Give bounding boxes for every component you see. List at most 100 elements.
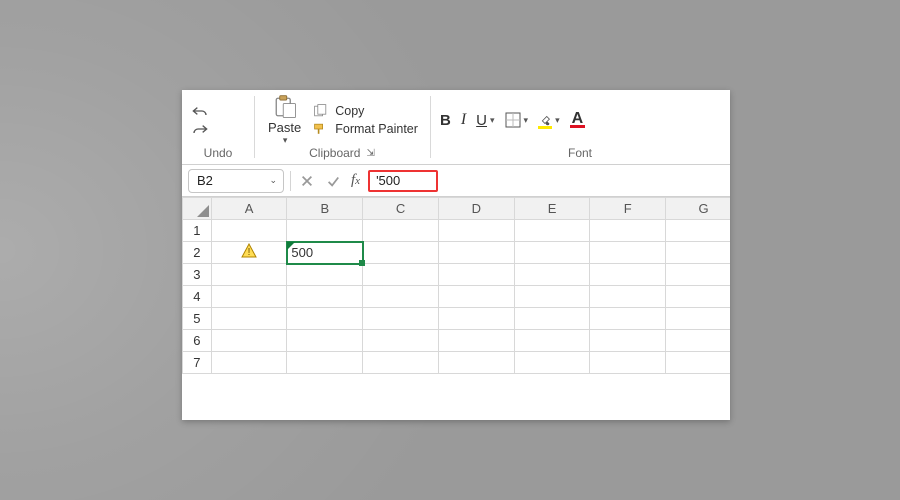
paste-icon: [271, 94, 299, 120]
x-icon: [300, 174, 314, 188]
col-header-f[interactable]: F: [590, 198, 666, 220]
cell-g1[interactable]: [666, 220, 730, 242]
svg-text:!: !: [248, 247, 251, 258]
row-header-7[interactable]: 7: [183, 352, 212, 374]
col-header-g[interactable]: G: [666, 198, 730, 220]
cell-g3[interactable]: [666, 264, 730, 286]
cell-c6[interactable]: [363, 330, 439, 352]
cell-e2[interactable]: [514, 242, 590, 264]
underline-button[interactable]: U▾: [476, 112, 494, 129]
cell-e7[interactable]: [514, 352, 590, 374]
cell-d4[interactable]: [438, 286, 514, 308]
cell-a6[interactable]: [211, 330, 287, 352]
cell-g7[interactable]: [666, 352, 730, 374]
cell-a3[interactable]: [211, 264, 287, 286]
row-header-3[interactable]: 3: [183, 264, 212, 286]
cell-d2[interactable]: [438, 242, 514, 264]
name-box[interactable]: B2 ⌄: [188, 169, 284, 193]
cell-b6[interactable]: [287, 330, 363, 352]
col-header-d[interactable]: D: [438, 198, 514, 220]
col-header-e[interactable]: E: [514, 198, 590, 220]
formula-bar: B2 ⌄ fx '500: [182, 165, 730, 197]
cell-d6[interactable]: [438, 330, 514, 352]
cell-b4[interactable]: [287, 286, 363, 308]
row-header-2[interactable]: 2: [183, 242, 212, 264]
copy-icon: [313, 104, 329, 118]
ribbon-group-clipboard: Paste ▾ Copy: [254, 90, 430, 164]
cell-b2[interactable]: 500: [287, 242, 363, 264]
cell-g2[interactable]: [666, 242, 730, 264]
cell-a7[interactable]: [211, 352, 287, 374]
cell-c5[interactable]: [363, 308, 439, 330]
cell-c7[interactable]: [363, 352, 439, 374]
cell-f7[interactable]: [590, 352, 666, 374]
cell-a2[interactable]: !: [211, 242, 287, 264]
cell-b1[interactable]: [287, 220, 363, 242]
redo-icon: [192, 121, 208, 137]
paste-button[interactable]: Paste ▾: [264, 94, 305, 146]
row-header-5[interactable]: 5: [183, 308, 212, 330]
borders-button[interactable]: ▾: [505, 112, 529, 128]
enter-formula-button[interactable]: [323, 174, 343, 188]
cell-d7[interactable]: [438, 352, 514, 374]
cell-a1[interactable]: [211, 220, 287, 242]
copy-button[interactable]: Copy: [313, 104, 418, 118]
row-header-6[interactable]: 6: [183, 330, 212, 352]
col-header-c[interactable]: C: [363, 198, 439, 220]
cell-b2-value: 500: [291, 245, 313, 260]
cell-g4[interactable]: [666, 286, 730, 308]
name-box-dropdown-icon: ⌄: [269, 175, 277, 186]
cell-g5[interactable]: [666, 308, 730, 330]
ribbon-group-font: B I U▾ ▾ ▾ A: [430, 90, 730, 164]
cell-b7[interactable]: [287, 352, 363, 374]
cell-a5[interactable]: [211, 308, 287, 330]
col-header-b[interactable]: B: [287, 198, 363, 220]
cell-f1[interactable]: [590, 220, 666, 242]
fx-icon[interactable]: fx: [351, 172, 360, 189]
cell-c1[interactable]: [363, 220, 439, 242]
error-warning-icon[interactable]: !: [241, 243, 257, 259]
cell-g6[interactable]: [666, 330, 730, 352]
cell-b5[interactable]: [287, 308, 363, 330]
clipboard-dialog-launcher[interactable]: ⇲: [366, 148, 374, 159]
cell-d5[interactable]: [438, 308, 514, 330]
font-color-button[interactable]: A: [570, 113, 586, 128]
cell-f2[interactable]: [590, 242, 666, 264]
cell-e6[interactable]: [514, 330, 590, 352]
cell-a4[interactable]: [211, 286, 287, 308]
fill-color-button[interactable]: ▾: [538, 113, 560, 127]
cell-c3[interactable]: [363, 264, 439, 286]
cancel-formula-button[interactable]: [297, 174, 317, 188]
cell-e5[interactable]: [514, 308, 590, 330]
fill-color-icon: [538, 113, 552, 127]
cell-c2[interactable]: [363, 242, 439, 264]
font-color-icon: A: [570, 113, 586, 128]
ribbon-group-undo: Undo: [182, 90, 254, 164]
cell-d1[interactable]: [438, 220, 514, 242]
cell-b3[interactable]: [287, 264, 363, 286]
italic-button[interactable]: I: [461, 111, 466, 129]
cell-c4[interactable]: [363, 286, 439, 308]
col-header-a[interactable]: A: [211, 198, 287, 220]
cell-e4[interactable]: [514, 286, 590, 308]
cell-f3[interactable]: [590, 264, 666, 286]
select-all-corner[interactable]: [183, 198, 212, 220]
format-painter-button[interactable]: Format Painter: [313, 122, 418, 136]
cell-e3[interactable]: [514, 264, 590, 286]
check-icon: [326, 174, 340, 188]
bold-button[interactable]: B: [440, 112, 451, 129]
cell-f6[interactable]: [590, 330, 666, 352]
cell-d3[interactable]: [438, 264, 514, 286]
paste-dropdown-icon: ▾: [283, 135, 288, 146]
redo-button[interactable]: [192, 121, 208, 137]
cell-e1[interactable]: [514, 220, 590, 242]
row-header-4[interactable]: 4: [183, 286, 212, 308]
copy-label: Copy: [335, 104, 364, 118]
undo-button[interactable]: [192, 103, 208, 119]
cell-f4[interactable]: [590, 286, 666, 308]
clipboard-group-label: Clipboard: [309, 146, 360, 160]
cell-f5[interactable]: [590, 308, 666, 330]
spreadsheet-grid[interactable]: A B C D E F G 1: [182, 197, 730, 374]
row-header-1[interactable]: 1: [183, 220, 212, 242]
formula-input[interactable]: '500: [368, 170, 438, 192]
